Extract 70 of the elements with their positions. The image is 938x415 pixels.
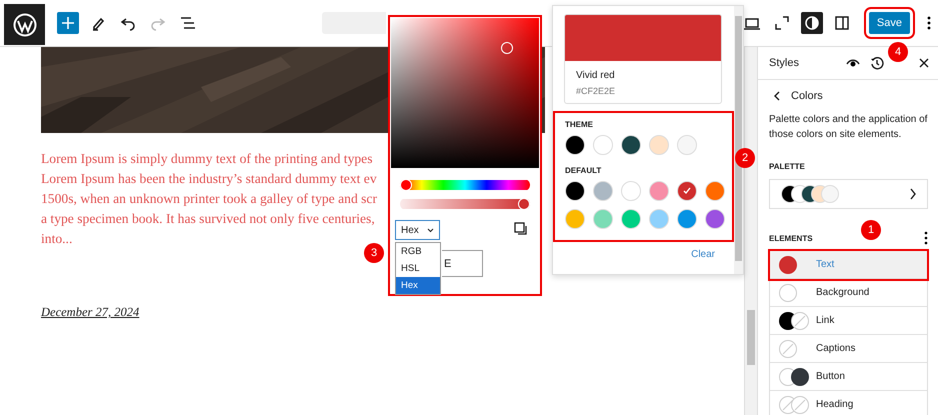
element-item[interactable]: Button	[770, 363, 927, 391]
callout-badge: 1	[861, 220, 881, 240]
color-name: Vivid red	[576, 70, 616, 81]
back-chevron-icon[interactable]	[773, 91, 781, 101]
history-icon[interactable]	[870, 56, 884, 70]
color-gradient-area[interactable]	[391, 18, 539, 168]
more-options-icon[interactable]	[924, 231, 928, 245]
color-swatch[interactable]	[565, 181, 585, 201]
slider-thumb[interactable]	[400, 179, 412, 191]
description: Palette colors and the application of those colors on site elements.	[769, 113, 928, 142]
color-swatch[interactable]	[565, 209, 585, 229]
slider-thumb[interactable]	[518, 198, 530, 210]
save-button[interactable]: Save	[868, 12, 910, 34]
color-swatch[interactable]	[593, 181, 613, 201]
color-swatch[interactable]	[593, 135, 613, 155]
color-swatch[interactable]	[621, 181, 641, 201]
color-hex: #CF2E2E	[576, 86, 616, 96]
callout-badge: 3	[364, 243, 384, 263]
palette-swatches-drawing	[780, 184, 840, 204]
add-block-button[interactable]	[57, 12, 79, 34]
contrast-icon[interactable]	[800, 12, 823, 34]
color-swatch[interactable]	[677, 135, 697, 155]
element-item[interactable]: Captions	[770, 335, 927, 363]
color-indicator-icon	[778, 338, 798, 358]
callout-badge: 4	[888, 42, 908, 62]
alpha-slider[interactable]	[400, 198, 530, 210]
swatch-group-label: THEME	[565, 120, 594, 129]
element-item[interactable]: Background	[770, 279, 927, 307]
color-swatch[interactable]	[649, 209, 669, 229]
swatch-group-label: DEFAULT	[565, 166, 602, 175]
chevron-right-icon	[909, 188, 917, 200]
dropdown-option[interactable]: HSL	[396, 260, 440, 277]
more-options-icon[interactable]	[926, 15, 932, 31]
color-swatch[interactable]	[649, 181, 669, 201]
scrollbar-thumb[interactable]	[747, 310, 755, 365]
wordpress-logo[interactable]	[4, 4, 45, 45]
copy-icon[interactable]	[514, 222, 528, 236]
dropdown-option[interactable]: Hex	[396, 277, 440, 294]
panel-title: Styles	[769, 57, 800, 69]
color-indicator-icon	[778, 282, 798, 302]
color-indicator-icon	[778, 310, 810, 330]
scrollbar-thumb[interactable]	[735, 16, 742, 261]
color-swatch[interactable]	[649, 135, 669, 155]
color-swatch[interactable]	[677, 209, 697, 229]
color-swatch[interactable]	[705, 209, 725, 229]
element-item[interactable]: Heading	[770, 391, 927, 415]
check-icon	[682, 186, 692, 196]
dropdown-option[interactable]: RGB	[396, 243, 440, 260]
color-swatch[interactable]	[621, 209, 641, 229]
element-item[interactable]: Link	[770, 307, 927, 335]
color-swatch[interactable]	[621, 135, 641, 155]
section-label: ELEMENTS	[769, 234, 813, 242]
element-item[interactable]: Text	[770, 251, 927, 279]
picker-handle[interactable]	[501, 42, 513, 54]
close-icon[interactable]	[918, 57, 930, 69]
color-swatch[interactable]	[565, 135, 585, 155]
chevron-down-icon	[427, 228, 434, 232]
color-swatch[interactable]	[593, 209, 613, 229]
section-title: Colors	[791, 90, 823, 102]
color-swatch[interactable]	[677, 181, 697, 201]
plus-icon	[62, 17, 74, 29]
post-date[interactable]: December 27, 2024	[41, 305, 140, 320]
hex-input-field[interactable]: E	[442, 250, 483, 277]
clear-button[interactable]: Clear	[691, 249, 715, 260]
section-label: PALETTE	[769, 162, 806, 171]
color-indicator-icon	[778, 366, 810, 386]
hue-slider[interactable]	[400, 179, 530, 191]
format-select[interactable]: Hex	[395, 220, 440, 240]
palette-selector[interactable]	[769, 179, 928, 209]
color-swatch[interactable]	[705, 181, 725, 201]
